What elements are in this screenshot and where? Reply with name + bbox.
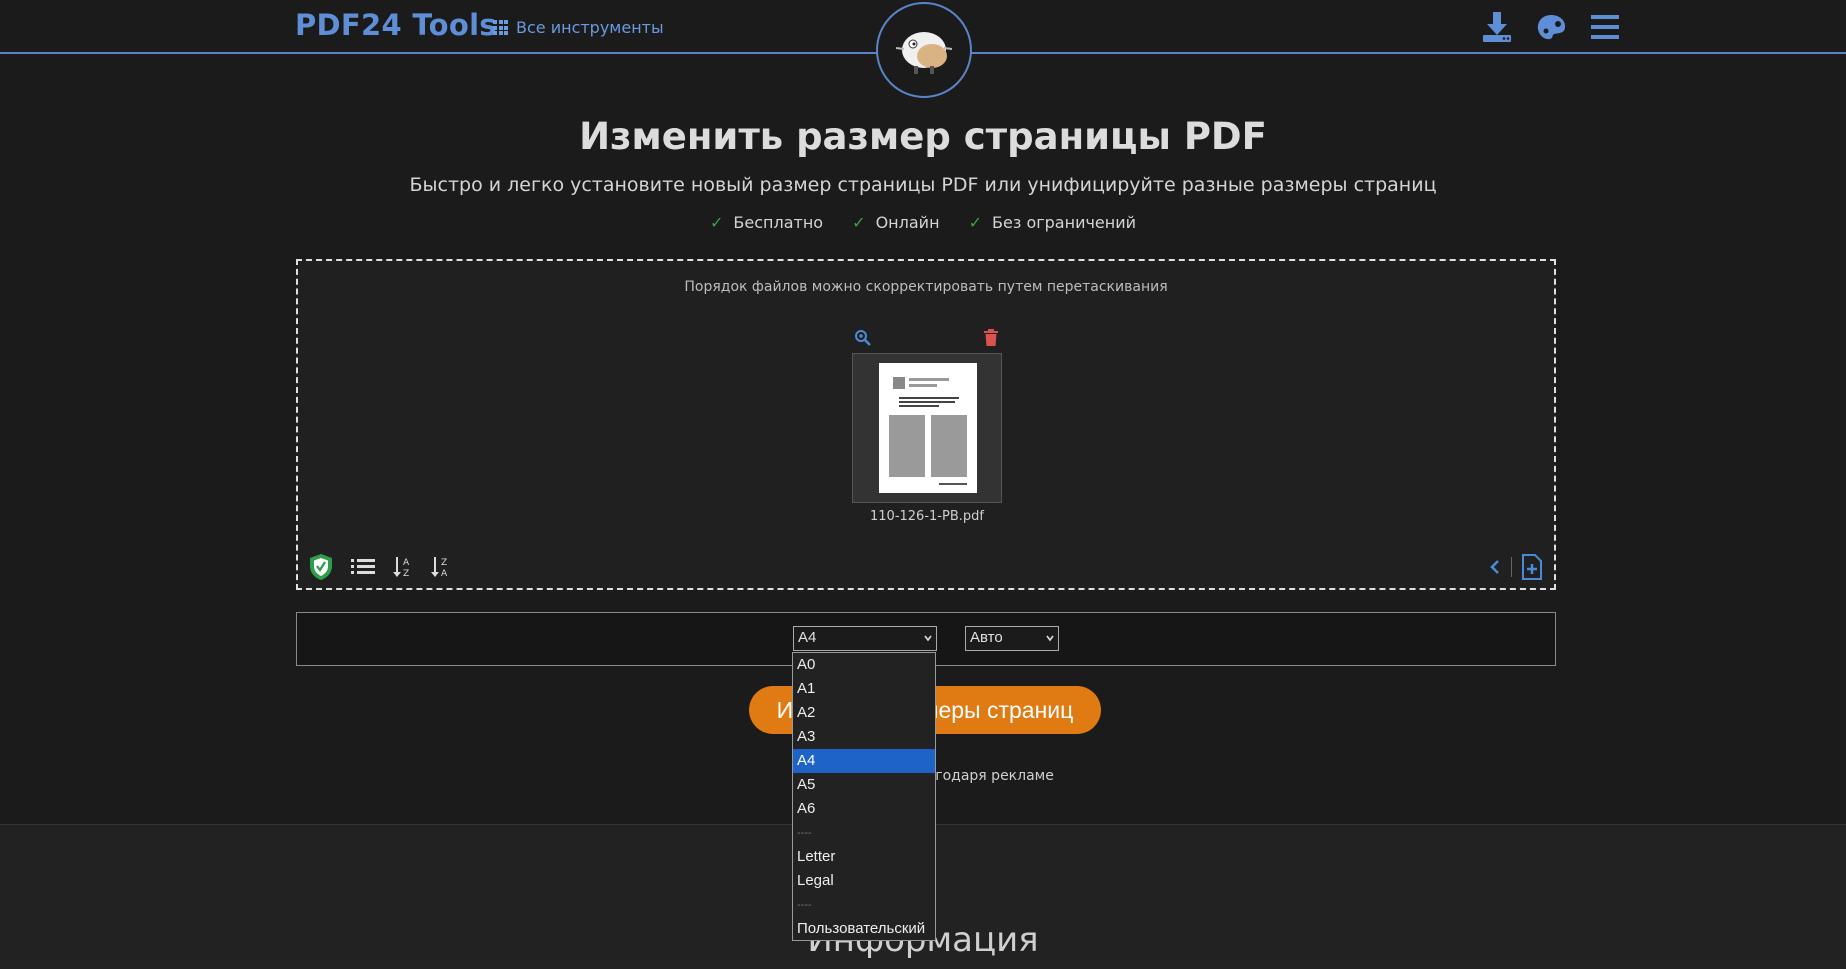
page-size-value: A4 <box>798 629 817 646</box>
dropzone-hint: Порядок файлов можно скорректировать пут… <box>684 279 1168 295</box>
svg-text:A: A <box>403 558 410 568</box>
add-file-icon[interactable] <box>1520 553 1544 581</box>
svg-text:Z: Z <box>441 558 447 568</box>
dropdown-option-a1[interactable]: A1 <box>793 677 935 701</box>
dropzone-toolbar-right <box>1487 553 1544 581</box>
page-subtitle: Быстро и легко установите новый размер с… <box>409 174 1437 196</box>
list-view-icon[interactable] <box>350 556 376 578</box>
document-preview-icon <box>889 377 967 485</box>
dropdown-option-letter[interactable]: Letter <box>793 845 935 869</box>
dropdown-option-a0[interactable]: A0 <box>793 653 935 677</box>
check-icon: ✓ <box>968 213 983 232</box>
dropdown-option-a6[interactable]: A6 <box>793 797 935 821</box>
file-thumbnail[interactable] <box>852 353 1002 503</box>
dropdown-option-a5[interactable]: A5 <box>793 773 935 797</box>
delete-icon[interactable] <box>983 329 999 347</box>
sort-za-icon[interactable]: Z A <box>430 555 452 579</box>
feature-list: ✓ Бесплатно ✓ Онлайн ✓ Без ограничений <box>0 213 1846 232</box>
page-size-dropdown[interactable]: A0 A1 A2 A3 A4 A5 A6 ---- Letter Legal -… <box>792 652 936 941</box>
svg-text:Z: Z <box>403 569 409 579</box>
orientation-value: Авто <box>970 629 1003 646</box>
dropdown-option-a3[interactable]: A3 <box>793 725 935 749</box>
menu-icon[interactable] <box>1588 10 1622 44</box>
orientation-select[interactable]: Авто <box>965 626 1059 651</box>
chevron-down-icon <box>924 635 932 642</box>
top-actions <box>1480 10 1622 44</box>
check-icon: ✓ <box>709 213 724 232</box>
all-tools-label: Все инструменты <box>516 18 664 37</box>
all-tools-link[interactable]: Все инструменты <box>493 18 664 37</box>
download-icon[interactable] <box>1480 10 1514 44</box>
dropdown-separator: ---- <box>797 827 812 839</box>
palette-icon[interactable] <box>1534 10 1568 44</box>
file-dropzone[interactable]: Порядок файлов можно скорректировать пут… <box>296 259 1556 590</box>
file-name: 110-126-1-PB.pdf <box>870 509 984 524</box>
zoom-icon[interactable] <box>854 329 872 347</box>
dropdown-option-a2[interactable]: A2 <box>793 701 935 725</box>
toolbar-divider <box>1511 557 1512 577</box>
feature-item: ✓ Без ограничений <box>968 213 1137 232</box>
svg-text:A: A <box>441 569 448 579</box>
feature-item: ✓ Бесплатно <box>709 213 824 232</box>
dropzone-toolbar-left: A Z Z A <box>308 553 452 581</box>
chevron-down-icon <box>1046 635 1054 642</box>
shield-check-icon[interactable] <box>308 553 334 581</box>
dropdown-separator: ---- <box>797 899 812 911</box>
check-icon: ✓ <box>852 213 866 232</box>
mascot-logo[interactable] <box>876 2 972 98</box>
grid-icon <box>493 20 508 35</box>
feature-item: ✓ Онлайн <box>852 213 940 232</box>
sort-az-icon[interactable]: A Z <box>392 555 414 579</box>
dropdown-option-legal[interactable]: Legal <box>793 869 935 893</box>
site-logo[interactable]: PDF24 Tools <box>295 8 497 42</box>
pdf-page-preview <box>879 363 977 493</box>
sheep-icon <box>895 32 953 74</box>
page-title: Изменить размер страницы PDF <box>579 115 1267 158</box>
page-size-select[interactable]: A4 <box>793 626 937 651</box>
chevron-left-icon[interactable] <box>1487 556 1503 578</box>
dropdown-option-a4[interactable]: A4 <box>793 749 935 773</box>
dropdown-option-custom[interactable]: Пользовательский <box>793 917 935 941</box>
